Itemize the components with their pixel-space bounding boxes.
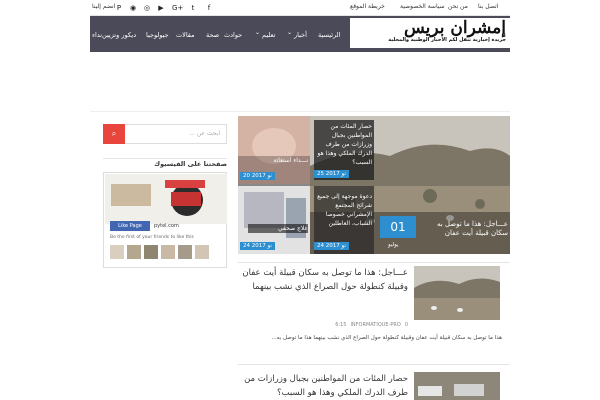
article-author[interactable]: INFORMATIQUE-PRO <box>350 322 400 330</box>
tile-caption: دعوة موجهة إلى جميع شرائح المجتمع الإمشر… <box>317 193 372 227</box>
facebook-icon[interactable]: f <box>204 3 214 13</box>
logo-subtitle: جريدة إخبارية تنقل لكم الأخبار الوطنية و… <box>388 37 506 43</box>
page: اتصل بنا من نحن سياسة الخصوصية خريطة الم… <box>0 0 600 400</box>
tile-date: 24 نو 2017 <box>240 242 275 250</box>
tile-date: 20 نو 2017 <box>240 172 275 180</box>
slide-number-badge: 01 <box>380 216 416 238</box>
featured-slider: 01 يوليو عـــاجل: هذا ما توصل به سكان قب… <box>238 116 510 254</box>
chevron-down-icon: ⌄ <box>255 29 261 36</box>
nav-item-decor[interactable]: ديكور وتزيين <box>102 31 136 39</box>
nav-item-articles[interactable]: مقالات <box>176 31 195 39</box>
article-title[interactable]: عـــاجل: هذا ما توصل به سكان قبيلة أيت ع… <box>240 266 408 294</box>
nav-item-news[interactable]: أخبار <box>294 31 307 39</box>
site-logo[interactable]: إمشران بريس جريدة إخبارية تنقل لكم الأخب… <box>350 18 510 48</box>
nav-item-education[interactable]: تعليم <box>262 31 275 39</box>
instagram-icon[interactable]: ◎ <box>142 3 152 13</box>
fb-friend-avatars <box>110 245 220 263</box>
google-plus-icon[interactable]: G+ <box>172 3 183 13</box>
avatar <box>144 245 158 259</box>
search-icon: ⌕ <box>111 129 117 138</box>
avatar <box>110 245 124 259</box>
facebook-page-widget[interactable]: Like Page pytel.com Be the first of your… <box>103 172 227 268</box>
nav-item-accidents[interactable]: حوادث <box>224 31 242 39</box>
article-time: 6:15 <box>335 322 347 328</box>
slider-tile[interactable]: 20 نو 2017 نـــداء استغاثة <box>238 116 310 184</box>
tile-caption: علاج صحفي <box>248 224 308 233</box>
twitter-icon[interactable]: t <box>188 3 198 13</box>
top-link-join[interactable]: انضم إلينا <box>92 3 115 10</box>
nav-item-health[interactable]: صحة <box>206 31 219 39</box>
article-thumbnail[interactable] <box>414 266 500 320</box>
article-meta: 6:15 INFORMATIQUE-PRO 0 <box>240 322 408 330</box>
logo-title: إمشران بريس <box>403 18 506 38</box>
divider <box>238 364 510 365</box>
tile-date: 25 نو 2017 <box>314 170 349 178</box>
fb-friends-text: Be the first of your friends to like thi… <box>110 235 194 240</box>
article-comments[interactable]: 0 <box>405 322 408 330</box>
avatar <box>161 245 175 259</box>
nav-item-call[interactable]: نداء <box>92 31 102 39</box>
facebook-widget-title: صفحتنا على الفيسبوك <box>154 160 227 168</box>
chevron-down-icon: ⌄ <box>287 29 293 36</box>
tile-caption: حصار المئات من المواطنين بجبال وزرازات م… <box>317 123 372 166</box>
avatar <box>127 245 141 259</box>
fb-like-button[interactable]: Like Page <box>110 221 150 231</box>
article-thumbnail[interactable] <box>414 372 500 400</box>
article-excerpt: هذا ما توصل به سكان قبيلة أيت عفان وقبيل… <box>271 335 502 341</box>
divider <box>238 262 510 263</box>
divider <box>103 158 227 159</box>
nav-item-geology[interactable]: جيولوجيا <box>146 31 169 39</box>
top-link-sitemap[interactable]: خريطة الموقع <box>350 3 385 10</box>
slider-tile[interactable]: حصار المئات من المواطنين بجبال وزرازات م… <box>314 120 374 180</box>
avatar <box>178 245 192 259</box>
search-button[interactable]: ⌕ <box>103 124 125 144</box>
top-link-privacy[interactable]: سياسة الخصوصية <box>400 3 445 10</box>
top-link-contact[interactable]: اتصل بنا <box>478 3 498 10</box>
top-link-about[interactable]: من نحن <box>448 3 468 10</box>
nav-item-home[interactable]: الرئيسية <box>318 31 340 39</box>
article-title[interactable]: حصار المئات من المواطنين بجبال وزرازات م… <box>240 372 408 400</box>
tile-date: 24 نو 2017 <box>314 242 349 250</box>
search-placeholder: ابحث عن ... <box>189 130 220 137</box>
slide-caption[interactable]: عـــاجل: هذا ما توصل به سكان قبيلة أيت ع… <box>420 220 508 238</box>
rss-icon[interactable]: ◉ <box>128 3 138 13</box>
avatar <box>195 245 209 259</box>
pinterest-icon[interactable]: P <box>114 3 124 13</box>
slider-tile[interactable]: دعوة موجهة إلى جميع شرائح المجتمع الإمشر… <box>314 186 374 254</box>
fb-site-name: pytel.com <box>154 223 179 229</box>
youtube-icon[interactable]: ▶ <box>156 3 166 13</box>
top-bar <box>90 0 510 16</box>
slider-tile[interactable]: علاج صحفي 24 نو 2017 <box>238 186 310 254</box>
ad-banner-area <box>90 52 510 112</box>
tile-caption: نـــداء استغاثة <box>273 157 308 164</box>
slide-month: يوليو <box>388 242 399 248</box>
